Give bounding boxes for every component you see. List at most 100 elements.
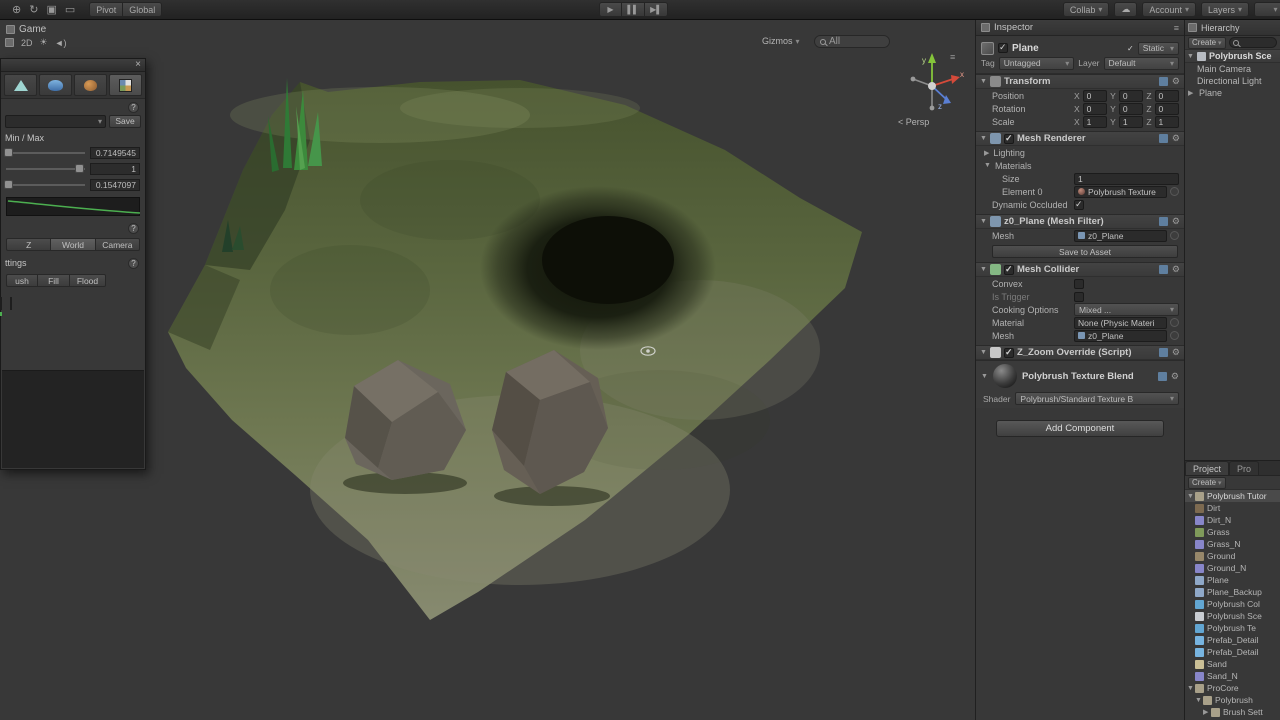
mesh-filter-header[interactable]: z0_Plane (Mesh Filter) ⚙ <box>976 214 1184 229</box>
material-sphere-preview[interactable] <box>993 364 1017 388</box>
transform-header[interactable]: Transform ⚙ <box>976 74 1184 89</box>
account-dropdown[interactable]: Account <box>1142 2 1196 17</box>
strength-slider[interactable] <box>6 184 85 186</box>
project-folder-procore[interactable]: ▼ProCore <box>1185 682 1280 694</box>
save-brush-button[interactable]: Save <box>109 115 141 128</box>
static-dropdown[interactable]: Static <box>1138 42 1179 55</box>
texture-swatch-dirt[interactable] <box>0 298 2 309</box>
project-item[interactable]: Polybrush Col <box>1185 598 1280 610</box>
scale-z-field[interactable]: 1 <box>1155 116 1179 128</box>
foldout-icon[interactable] <box>980 218 987 225</box>
collab-dropdown[interactable]: Collab <box>1063 2 1110 17</box>
gizmo-menu-icon[interactable]: ≡ <box>950 52 955 62</box>
collider-mesh-field[interactable]: z0_Plane <box>1074 330 1167 342</box>
gear-icon[interactable]: ⚙ <box>1172 264 1180 275</box>
gear-icon[interactable]: ⚙ <box>1172 76 1180 87</box>
create-dropdown[interactable]: Create <box>1188 477 1226 489</box>
active-checkbox[interactable] <box>998 43 1008 53</box>
paint-mode-tab[interactable] <box>74 74 107 96</box>
help-icon[interactable]: ? <box>128 102 139 113</box>
project-item[interactable]: Plane_Backup <box>1185 586 1280 598</box>
gear-icon[interactable]: ⚙ <box>1172 347 1180 358</box>
is-trigger-checkbox[interactable] <box>1074 292 1084 302</box>
hierarchy-search-field[interactable] <box>1229 37 1277 48</box>
texture-swatch-sand[interactable] <box>10 298 12 309</box>
project-item[interactable]: Polybrush Te <box>1185 622 1280 634</box>
mesh-object-field[interactable]: z0_Plane <box>1074 230 1167 242</box>
hierarchy-item-main-camera[interactable]: Main Camera <box>1185 63 1280 75</box>
rotation-x-field[interactable]: 0 <box>1083 103 1107 115</box>
add-component-button[interactable]: Add Component <box>996 420 1164 437</box>
gear-icon[interactable]: ⚙ <box>1172 133 1180 144</box>
space-tab-z[interactable]: Z <box>6 238 51 251</box>
foldout-icon[interactable] <box>980 135 987 142</box>
project-item[interactable]: Prefab_Detail <box>1185 634 1280 646</box>
object-picker-icon[interactable] <box>1170 318 1179 327</box>
reference-icon[interactable] <box>1159 348 1168 357</box>
foldout-icon[interactable] <box>981 373 988 380</box>
object-picker-icon[interactable] <box>1170 331 1179 340</box>
layers-dropdown[interactable]: Layers <box>1201 2 1249 17</box>
game-tab[interactable]: Game <box>19 24 46 35</box>
foldout-icon[interactable] <box>1187 53 1194 60</box>
rotation-z-field[interactable]: 0 <box>1155 103 1179 115</box>
foldout-icon[interactable] <box>984 149 989 157</box>
lighting-toggle-icon[interactable]: ☀ <box>40 37 48 48</box>
save-to-asset-button[interactable]: Save to Asset <box>992 245 1178 258</box>
project-item[interactable]: Dirt <box>1185 502 1280 514</box>
perspective-label[interactable]: < Persp <box>898 117 929 127</box>
expand-arrow-icon[interactable]: ▶ <box>1188 89 1196 97</box>
strength-value[interactable]: 0.1547097 <box>90 179 140 191</box>
rect-tool-icon[interactable]: ▭ <box>65 3 75 16</box>
reference-icon[interactable] <box>1159 217 1168 226</box>
project-item[interactable]: Polybrush Sce <box>1185 610 1280 622</box>
material-object-field[interactable]: Polybrush Texture <box>1074 186 1167 198</box>
polybrush-window[interactable]: × ? Save Min / Max 0.7149545 1 0.1547097… <box>0 58 146 470</box>
scale-y-field[interactable]: 1 <box>1119 116 1143 128</box>
project-item[interactable]: Grass_N <box>1185 538 1280 550</box>
step-button[interactable]: ▶▌ <box>645 2 668 17</box>
brush-mode-button[interactable]: ush <box>6 274 38 287</box>
reference-icon[interactable] <box>1159 265 1168 274</box>
script-header[interactable]: Z_Zoom Override (Script) ⚙ <box>976 345 1184 360</box>
foldout-icon[interactable] <box>980 266 987 273</box>
texture-mode-tab[interactable] <box>109 74 142 96</box>
space-tab-camera[interactable]: Camera <box>96 238 140 251</box>
mesh-collider-header[interactable]: Mesh Collider ⚙ <box>976 262 1184 277</box>
project-item[interactable]: Ground_N <box>1185 562 1280 574</box>
object-name-field[interactable]: Plane <box>1012 43 1039 54</box>
component-enabled-checkbox[interactable] <box>1004 265 1014 275</box>
panel-menu-icon[interactable]: ≡ <box>1174 23 1179 33</box>
help-icon[interactable]: ? <box>128 258 139 269</box>
fill-mode-button[interactable]: Fill <box>38 274 70 287</box>
dynamic-occluded-checkbox[interactable] <box>1074 200 1084 210</box>
reference-icon[interactable] <box>1158 372 1167 381</box>
gear-icon[interactable]: ⚙ <box>1171 371 1179 382</box>
project-item[interactable]: Prefab_Detail <box>1185 646 1280 658</box>
close-icon[interactable]: × <box>135 60 141 70</box>
scene-header-row[interactable]: Polybrush Sce <box>1185 50 1280 63</box>
falloff-curve[interactable] <box>6 197 140 216</box>
project-root-folder[interactable]: ▼ Polybrush Tutor <box>1185 490 1280 502</box>
scale-tool-icon[interactable]: ▣ <box>46 3 56 16</box>
move-tool-icon[interactable]: ⊕ <box>12 3 21 16</box>
pivot-toggle[interactable]: Pivot <box>89 2 123 17</box>
space-tab-world[interactable]: World <box>51 238 95 251</box>
component-enabled-checkbox[interactable] <box>1004 134 1014 144</box>
play-button[interactable]: ▶ <box>599 2 622 17</box>
tag-dropdown[interactable]: Untagged <box>999 57 1075 70</box>
hierarchy-item-plane[interactable]: ▶ Plane <box>1185 87 1280 99</box>
scale-x-field[interactable]: 1 <box>1083 116 1107 128</box>
hierarchy-tab[interactable]: Hierarchy <box>1201 23 1240 33</box>
inspector-tab[interactable]: Inspector <box>994 22 1033 33</box>
gear-icon[interactable]: ⚙ <box>1172 216 1180 227</box>
physic-material-field[interactable]: None (Physic Materi <box>1074 317 1167 329</box>
help-icon[interactable]: ? <box>128 223 139 234</box>
project-item[interactable]: Sand_N <box>1185 670 1280 682</box>
layer-dropdown[interactable]: Default <box>1104 57 1180 70</box>
position-x-field[interactable]: 0 <box>1083 90 1107 102</box>
reference-icon[interactable] <box>1159 77 1168 86</box>
materials-size-field[interactable]: 1 <box>1074 173 1179 185</box>
project-folder-brush-settings[interactable]: ▶Brush Sett <box>1185 706 1280 718</box>
project-tab[interactable]: Project <box>1185 461 1229 475</box>
